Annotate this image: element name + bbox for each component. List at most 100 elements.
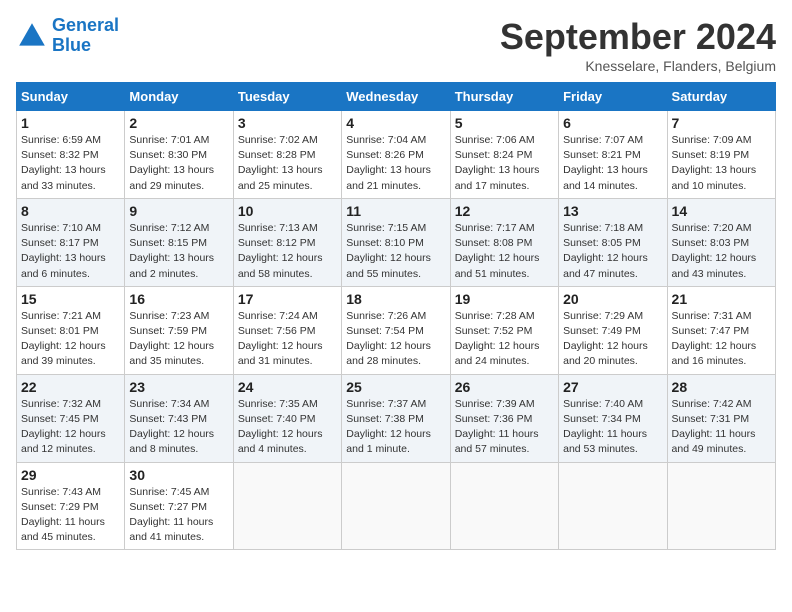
- calendar-cell: [667, 462, 775, 550]
- calendar-cell: 24 Sunrise: 7:35 AM Sunset: 7:40 PM Dayli…: [233, 374, 341, 462]
- day-number: 4: [346, 115, 445, 131]
- day-info: Sunrise: 7:02 AM Sunset: 8:28 PM Dayligh…: [238, 133, 337, 194]
- calendar-cell: 18 Sunrise: 7:26 AM Sunset: 7:54 PM Dayli…: [342, 286, 450, 374]
- calendar-cell: [559, 462, 667, 550]
- day-info: Sunrise: 7:26 AM Sunset: 7:54 PM Dayligh…: [346, 309, 445, 370]
- calendar-cell: 1 Sunrise: 6:59 AM Sunset: 8:32 PM Daylig…: [17, 111, 125, 199]
- day-info: Sunrise: 7:07 AM Sunset: 8:21 PM Dayligh…: [563, 133, 662, 194]
- day-info: Sunrise: 7:35 AM Sunset: 7:40 PM Dayligh…: [238, 397, 337, 458]
- day-number: 6: [563, 115, 662, 131]
- day-info: Sunrise: 7:43 AM Sunset: 7:29 PM Dayligh…: [21, 485, 120, 546]
- calendar-cell: 19 Sunrise: 7:28 AM Sunset: 7:52 PM Dayli…: [450, 286, 558, 374]
- day-number: 8: [21, 203, 120, 219]
- day-number: 24: [238, 379, 337, 395]
- day-info: Sunrise: 6:59 AM Sunset: 8:32 PM Dayligh…: [21, 133, 120, 194]
- day-number: 22: [21, 379, 120, 395]
- logo-icon: [16, 20, 48, 52]
- month-title: September 2024: [500, 16, 776, 58]
- day-info: Sunrise: 7:28 AM Sunset: 7:52 PM Dayligh…: [455, 309, 554, 370]
- day-info: Sunrise: 7:24 AM Sunset: 7:56 PM Dayligh…: [238, 309, 337, 370]
- calendar-cell: 17 Sunrise: 7:24 AM Sunset: 7:56 PM Dayli…: [233, 286, 341, 374]
- calendar-cell: [233, 462, 341, 550]
- calendar-cell: 13 Sunrise: 7:18 AM Sunset: 8:05 PM Dayli…: [559, 198, 667, 286]
- day-number: 14: [672, 203, 771, 219]
- day-number: 30: [129, 467, 228, 483]
- day-info: Sunrise: 7:04 AM Sunset: 8:26 PM Dayligh…: [346, 133, 445, 194]
- day-info: Sunrise: 7:15 AM Sunset: 8:10 PM Dayligh…: [346, 221, 445, 282]
- day-number: 11: [346, 203, 445, 219]
- day-number: 7: [672, 115, 771, 131]
- day-number: 19: [455, 291, 554, 307]
- title-block: September 2024 Knesselare, Flanders, Bel…: [500, 16, 776, 74]
- calendar-week-row: 22Sunrise: 7:32 AM Sunset: 7:45 PM Dayli…: [17, 374, 776, 462]
- calendar-week-row: 8Sunrise: 7:10 AM Sunset: 8:17 PM Daylig…: [17, 198, 776, 286]
- day-number: 12: [455, 203, 554, 219]
- day-info: Sunrise: 7:20 AM Sunset: 8:03 PM Dayligh…: [672, 221, 771, 282]
- calendar-cell: 25Sunrise: 7:37 AM Sunset: 7:38 PM Dayli…: [342, 374, 450, 462]
- weekday-header-sunday: Sunday: [17, 83, 125, 111]
- day-number: 13: [563, 203, 662, 219]
- weekday-header-friday: Friday: [559, 83, 667, 111]
- day-info: Sunrise: 7:42 AM Sunset: 7:31 PM Dayligh…: [672, 397, 771, 458]
- logo: General Blue: [16, 16, 119, 56]
- weekday-header-thursday: Thursday: [450, 83, 558, 111]
- calendar-cell: 6 Sunrise: 7:07 AM Sunset: 8:21 PM Daylig…: [559, 111, 667, 199]
- calendar-cell: 22Sunrise: 7:32 AM Sunset: 7:45 PM Dayli…: [17, 374, 125, 462]
- weekday-header-row: SundayMondayTuesdayWednesdayThursdayFrid…: [17, 83, 776, 111]
- day-number: 23: [129, 379, 228, 395]
- calendar-cell: 11 Sunrise: 7:15 AM Sunset: 8:10 PM Dayli…: [342, 198, 450, 286]
- calendar-cell: 8Sunrise: 7:10 AM Sunset: 8:17 PM Daylig…: [17, 198, 125, 286]
- calendar-cell: 28 Sunrise: 7:42 AM Sunset: 7:31 PM Dayli…: [667, 374, 775, 462]
- day-number: 17: [238, 291, 337, 307]
- page-header: General Blue September 2024 Knesselare, …: [16, 16, 776, 74]
- day-info: Sunrise: 7:13 AM Sunset: 8:12 PM Dayligh…: [238, 221, 337, 282]
- day-info: Sunrise: 7:12 AM Sunset: 8:15 PM Dayligh…: [129, 221, 228, 282]
- calendar-cell: 21Sunrise: 7:31 AM Sunset: 7:47 PM Dayli…: [667, 286, 775, 374]
- calendar-week-row: 15 Sunrise: 7:21 AM Sunset: 8:01 PM Dayli…: [17, 286, 776, 374]
- day-number: 1: [21, 115, 120, 131]
- calendar-cell: 2 Sunrise: 7:01 AM Sunset: 8:30 PM Daylig…: [125, 111, 233, 199]
- day-info: Sunrise: 7:17 AM Sunset: 8:08 PM Dayligh…: [455, 221, 554, 282]
- calendar-cell: 29Sunrise: 7:43 AM Sunset: 7:29 PM Dayli…: [17, 462, 125, 550]
- logo-text: General Blue: [52, 16, 119, 56]
- calendar-cell: 5 Sunrise: 7:06 AM Sunset: 8:24 PM Daylig…: [450, 111, 558, 199]
- day-number: 3: [238, 115, 337, 131]
- calendar-cell: 27 Sunrise: 7:40 AM Sunset: 7:34 PM Dayli…: [559, 374, 667, 462]
- weekday-header-tuesday: Tuesday: [233, 83, 341, 111]
- day-info: Sunrise: 7:01 AM Sunset: 8:30 PM Dayligh…: [129, 133, 228, 194]
- calendar-cell: 30 Sunrise: 7:45 AM Sunset: 7:27 PM Dayli…: [125, 462, 233, 550]
- day-number: 18: [346, 291, 445, 307]
- day-number: 5: [455, 115, 554, 131]
- calendar-table: SundayMondayTuesdayWednesdayThursdayFrid…: [16, 82, 776, 550]
- day-number: 2: [129, 115, 228, 131]
- calendar-cell: 14 Sunrise: 7:20 AM Sunset: 8:03 PM Dayli…: [667, 198, 775, 286]
- weekday-header-monday: Monday: [125, 83, 233, 111]
- calendar-week-row: 29Sunrise: 7:43 AM Sunset: 7:29 PM Dayli…: [17, 462, 776, 550]
- day-number: 28: [672, 379, 771, 395]
- day-info: Sunrise: 7:21 AM Sunset: 8:01 PM Dayligh…: [21, 309, 120, 370]
- day-info: Sunrise: 7:45 AM Sunset: 7:27 PM Dayligh…: [129, 485, 228, 546]
- day-info: Sunrise: 7:18 AM Sunset: 8:05 PM Dayligh…: [563, 221, 662, 282]
- calendar-cell: 7Sunrise: 7:09 AM Sunset: 8:19 PM Daylig…: [667, 111, 775, 199]
- day-info: Sunrise: 7:40 AM Sunset: 7:34 PM Dayligh…: [563, 397, 662, 458]
- day-info: Sunrise: 7:06 AM Sunset: 8:24 PM Dayligh…: [455, 133, 554, 194]
- calendar-cell: 3 Sunrise: 7:02 AM Sunset: 8:28 PM Daylig…: [233, 111, 341, 199]
- calendar-cell: 15 Sunrise: 7:21 AM Sunset: 8:01 PM Dayli…: [17, 286, 125, 374]
- location-subtitle: Knesselare, Flanders, Belgium: [500, 58, 776, 74]
- day-number: 9: [129, 203, 228, 219]
- calendar-cell: 9 Sunrise: 7:12 AM Sunset: 8:15 PM Daylig…: [125, 198, 233, 286]
- weekday-header-wednesday: Wednesday: [342, 83, 450, 111]
- calendar-cell: 10Sunrise: 7:13 AM Sunset: 8:12 PM Dayli…: [233, 198, 341, 286]
- calendar-cell: [450, 462, 558, 550]
- weekday-header-saturday: Saturday: [667, 83, 775, 111]
- calendar-cell: 12 Sunrise: 7:17 AM Sunset: 8:08 PM Dayli…: [450, 198, 558, 286]
- day-info: Sunrise: 7:34 AM Sunset: 7:43 PM Dayligh…: [129, 397, 228, 458]
- day-number: 27: [563, 379, 662, 395]
- calendar-cell: 20Sunrise: 7:29 AM Sunset: 7:49 PM Dayli…: [559, 286, 667, 374]
- calendar-cell: 16 Sunrise: 7:23 AM Sunset: 7:59 PM Dayli…: [125, 286, 233, 374]
- calendar-body: 1 Sunrise: 6:59 AM Sunset: 8:32 PM Daylig…: [17, 111, 776, 550]
- day-number: 16: [129, 291, 228, 307]
- day-number: 15: [21, 291, 120, 307]
- day-info: Sunrise: 7:23 AM Sunset: 7:59 PM Dayligh…: [129, 309, 228, 370]
- day-info: Sunrise: 7:31 AM Sunset: 7:47 PM Dayligh…: [672, 309, 771, 370]
